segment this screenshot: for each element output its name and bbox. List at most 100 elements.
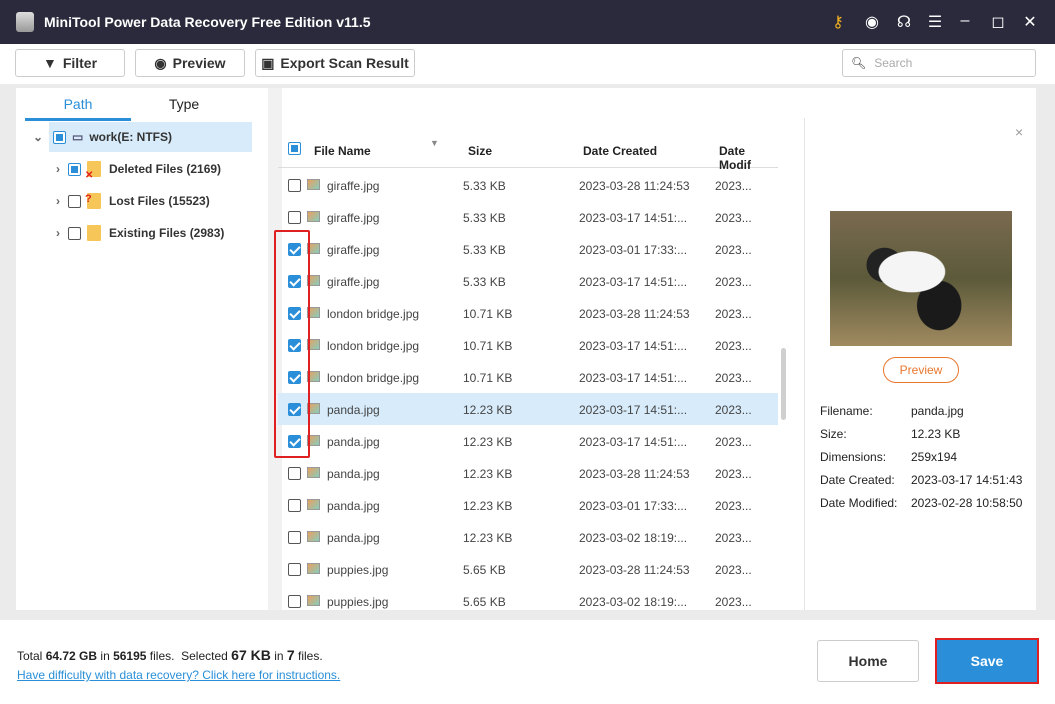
chevron-right-icon[interactable]: › [56, 162, 60, 176]
help-link[interactable]: Have difficulty with data recovery? Clic… [17, 668, 340, 682]
preview-label: Preview [172, 55, 226, 71]
row-checkbox[interactable] [288, 211, 301, 224]
table-row[interactable]: london bridge.jpg 10.71 KB 2023-03-17 14… [278, 329, 778, 361]
date-modified: 2023... [715, 403, 752, 417]
tree-item-deleted-files[interactable]: › ✕ Deleted Files (2169) [56, 154, 221, 184]
date-modified: 2023... [715, 435, 752, 449]
checkbox[interactable] [68, 162, 81, 176]
info-value: panda.jpg [911, 404, 964, 418]
chevron-down-icon[interactable]: ⌄ [33, 130, 43, 144]
file-size: 12.23 KB [463, 531, 513, 545]
date-modified: 2023... [715, 467, 752, 481]
table-row[interactable]: puppies.jpg 5.65 KB 2023-03-28 11:24:53 … [278, 553, 778, 585]
table-row[interactable]: panda.jpg 12.23 KB 2023-03-17 14:51:... … [278, 393, 778, 425]
checkbox[interactable] [53, 130, 66, 144]
filter-button[interactable]: ▼ Filter [15, 49, 125, 77]
filter-label: Filter [62, 55, 98, 71]
date-modified: 2023... [715, 211, 752, 225]
table-row[interactable]: panda.jpg 12.23 KB 2023-03-02 18:19:... … [278, 521, 778, 553]
row-checkbox[interactable] [288, 499, 301, 512]
info-label: Date Modified: [820, 496, 898, 510]
search-placeholder: Search [874, 56, 913, 70]
preview-file-button[interactable]: Preview [883, 357, 959, 383]
file-info-row: Date Modified: 2023-02-28 10:58:50 [820, 496, 1022, 510]
save-button[interactable]: Save [935, 638, 1039, 684]
close-icon[interactable]: ✕ [1020, 12, 1040, 32]
headphones-icon[interactable]: ☊ [894, 12, 914, 32]
menu-icon[interactable]: ☰ [925, 12, 945, 32]
checkbox[interactable] [68, 226, 81, 240]
file-name: london bridge.jpg [327, 307, 420, 321]
date-created: 2023-03-17 14:51:... [579, 211, 688, 225]
date-modified: 2023... [715, 307, 752, 321]
close-preview-icon[interactable]: × [1015, 124, 1023, 140]
footer: Total 64.72 GB in 56195 files. Selected … [0, 620, 1055, 704]
file-name: giraffe.jpg [327, 179, 380, 193]
file-name: giraffe.jpg [327, 243, 380, 257]
chevron-right-icon[interactable]: › [56, 194, 60, 208]
row-checkbox[interactable] [288, 531, 301, 544]
column-date-created[interactable]: Date Created [583, 144, 657, 158]
table-row[interactable]: puppies.jpg 5.65 KB 2023-03-02 18:19:...… [278, 585, 778, 617]
info-label: Size: [820, 427, 847, 441]
export-label: Export Scan Result [280, 55, 409, 71]
disc-icon[interactable]: ◉ [862, 12, 882, 32]
table-row[interactable]: giraffe.jpg 5.33 KB 2023-03-17 14:51:...… [278, 265, 778, 297]
info-value: 12.23 KB [911, 427, 961, 441]
key-icon[interactable]: ⚷ [828, 12, 848, 32]
image-file-icon [307, 211, 320, 222]
date-created: 2023-03-17 14:51:... [579, 371, 688, 385]
table-row[interactable]: panda.jpg 12.23 KB 2023-03-01 17:33:... … [278, 489, 778, 521]
sort-icon[interactable]: ▼ [430, 138, 439, 148]
file-size: 12.23 KB [463, 403, 513, 417]
search-icon: 🔍︎ [851, 56, 867, 70]
select-all-checkbox[interactable] [288, 142, 301, 155]
maximize-icon[interactable]: ◻ [988, 12, 1008, 32]
row-checkbox[interactable] [288, 595, 301, 608]
tree-item-lost-files[interactable]: › ? Lost Files (15523) [56, 186, 210, 216]
image-file-icon [307, 563, 320, 574]
file-size: 10.71 KB [463, 339, 513, 353]
file-name: panda.jpg [327, 531, 380, 545]
file-size: 12.23 KB [463, 435, 513, 449]
scrollbar[interactable] [781, 348, 786, 420]
table-row[interactable]: london bridge.jpg 10.71 KB 2023-03-28 11… [278, 297, 778, 329]
export-scan-result-button[interactable]: ▣ Export Scan Result [255, 49, 415, 77]
tree-item-existing-files[interactable]: › Existing Files (2983) [56, 218, 224, 248]
search-input[interactable]: 🔍︎ Search [842, 49, 1036, 77]
column-date-modified[interactable]: Date Modif [719, 144, 778, 172]
table-row[interactable]: giraffe.jpg 5.33 KB 2023-03-17 14:51:...… [278, 201, 778, 233]
table-row[interactable]: panda.jpg 12.23 KB 2023-03-17 14:51:... … [278, 425, 778, 457]
file-size: 12.23 KB [463, 467, 513, 481]
date-created: 2023-03-01 17:33:... [579, 243, 688, 257]
file-name: panda.jpg [327, 435, 380, 449]
checkbox[interactable] [68, 194, 81, 208]
file-info-row: Date Created: 2023-03-17 14:51:43 [820, 473, 1022, 487]
minimize-icon[interactable]: – [955, 12, 975, 30]
preview-button[interactable]: ◉ Preview [135, 49, 245, 77]
tree-item-work[interactable]: ⌄ ▭ work(E: NTFS) [33, 122, 252, 152]
tab-type[interactable]: Type [131, 96, 237, 118]
date-created: 2023-03-02 18:19:... [579, 595, 688, 609]
home-button[interactable]: Home [817, 640, 919, 682]
column-size[interactable]: Size [468, 144, 492, 158]
table-row[interactable]: london bridge.jpg 10.71 KB 2023-03-17 14… [278, 361, 778, 393]
tab-path[interactable]: Path [25, 96, 131, 121]
info-value: 259x194 [911, 450, 958, 464]
table-row[interactable]: panda.jpg 12.23 KB 2023-03-28 11:24:53 2… [278, 457, 778, 489]
row-checkbox[interactable] [288, 563, 301, 576]
image-file-icon [307, 499, 320, 510]
table-row[interactable]: giraffe.jpg 5.33 KB 2023-03-28 11:24:53 … [278, 169, 778, 201]
column-file-name[interactable]: File Name [314, 144, 371, 158]
table-row[interactable]: giraffe.jpg 5.33 KB 2023-03-01 17:33:...… [278, 233, 778, 265]
date-modified: 2023... [715, 595, 752, 609]
chevron-right-icon[interactable]: › [56, 226, 60, 240]
drive-icon: ▭ [72, 130, 84, 144]
date-created: 2023-03-17 14:51:... [579, 403, 688, 417]
title-bar: MiniTool Power Data Recovery Free Editio… [0, 0, 1055, 44]
file-info-row: Size: 12.23 KB [820, 427, 960, 441]
row-checkbox[interactable] [288, 179, 301, 192]
row-checkbox[interactable] [288, 467, 301, 480]
info-value: 2023-03-17 14:51:43 [911, 473, 1023, 487]
date-modified: 2023... [715, 371, 752, 385]
